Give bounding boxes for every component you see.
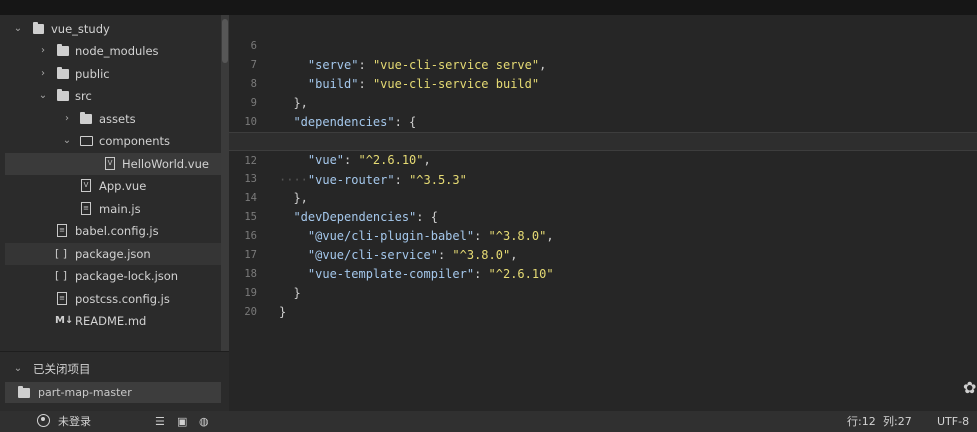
folder-icon <box>57 44 69 56</box>
code-line: 18 } <box>229 246 977 300</box>
tree-item-label: main.js <box>99 202 141 216</box>
login-status[interactable]: 未登录 <box>58 411 91 432</box>
code-line: 16 "@vue/cli-service": "^3.8.0", <box>229 208 977 262</box>
image-icon[interactable]: ▣ <box>177 411 187 432</box>
tree-item-node-modules[interactable]: › node_modules <box>0 40 221 62</box>
tree-item-src[interactable]: ⌄ src <box>0 85 221 107</box>
folder-icon <box>57 67 69 79</box>
chevron-right-icon[interactable]: › <box>37 40 49 62</box>
encoding-indicator[interactable]: UTF-8 <box>937 411 969 432</box>
code-line-current: 12 ····"vue-router": "^3.5.3" <box>229 132 977 187</box>
js-file-icon: ≡ <box>81 202 91 215</box>
code-line: 13 }, <box>229 151 977 205</box>
line-number: 20 <box>244 306 257 318</box>
tree-item-label: vue_study <box>51 22 110 36</box>
code-line: 6 "serve": "vue-cli-service serve", <box>229 18 977 72</box>
tree-item-label: package-lock.json <box>75 269 179 283</box>
markdown-file-icon: M↓ <box>55 315 74 326</box>
tree-item-label: assets <box>99 112 136 126</box>
js-file-icon: ≡ <box>57 224 67 237</box>
vue-file-icon: V <box>105 157 115 170</box>
code-text: } <box>279 305 287 319</box>
json-file-icon: [ ] <box>55 247 68 260</box>
chevron-down-icon[interactable]: ⌄ <box>12 18 24 40</box>
tree-item-public[interactable]: › public <box>0 63 221 85</box>
cursor-line[interactable]: 行:12 <box>847 411 876 432</box>
tree-item-main-js[interactable]: ≡ main.js <box>0 198 221 220</box>
tree-item-babel-config[interactable]: ≡ babel.config.js <box>0 220 221 242</box>
code-line: 14 "devDependencies": { <box>229 170 977 224</box>
js-file-icon: ≡ <box>57 292 67 305</box>
code-line: 7 "build": "vue-cli-service build" <box>229 37 977 91</box>
chevron-right-icon[interactable]: › <box>61 108 73 130</box>
tree-item-postcss-config[interactable]: ≡ postcss.config.js <box>0 288 221 310</box>
globe-icon[interactable]: ◍ <box>199 411 209 432</box>
tree-item-label: HelloWorld.vue <box>122 157 209 171</box>
code-line: 20 <box>229 284 977 318</box>
chevron-right-icon[interactable]: › <box>37 63 49 85</box>
folder-icon <box>18 386 30 398</box>
chevron-down-icon[interactable]: ⌄ <box>61 130 73 152</box>
tree-item-label: README.md <box>75 314 147 328</box>
tree-item-label: babel.config.js <box>75 224 159 238</box>
closed-projects-title: 已关闭项目 <box>33 362 91 376</box>
code-editor[interactable]: 6 "serve": "vue-cli-service serve", 7 "b… <box>229 15 977 411</box>
folder-open-icon <box>80 136 93 146</box>
code-line: 19 } <box>229 265 977 319</box>
tree-item-vue-study[interactable]: ⌄ vue_study <box>0 18 221 40</box>
code-line: 15 "@vue/cli-plugin-babel": "^3.8.0", <box>229 189 977 243</box>
folder-icon <box>80 112 92 124</box>
code-line: 10 "core-js": "^2.6.5", <box>229 94 977 148</box>
sidebar-scrollbar[interactable] <box>221 15 229 351</box>
folder-icon <box>57 89 69 101</box>
sidebar-scrollbar-thumb[interactable] <box>222 19 228 63</box>
folder-icon <box>33 22 44 34</box>
tree-item-assets[interactable]: › assets <box>0 108 221 130</box>
tree-item-label: public <box>75 67 110 81</box>
tree-item-app-vue[interactable]: V App.vue <box>0 175 221 197</box>
tree-item-helloworld-vue[interactable]: V HelloWorld.vue <box>5 153 221 175</box>
tree-item-components[interactable]: ⌄ components <box>0 130 221 152</box>
tree-item-label: postcss.config.js <box>75 292 170 306</box>
vue-file-icon: V <box>81 179 91 192</box>
json-file-icon: [ ] <box>55 269 68 282</box>
window-top-bar <box>0 0 977 15</box>
chevron-down-icon[interactable]: ⌄ <box>12 358 24 380</box>
code-line: 11 "vue": "^2.6.10", <box>229 113 977 167</box>
code-line: 17 "vue-template-compiler": "^2.6.10" <box>229 227 977 281</box>
chevron-down-icon[interactable]: ⌄ <box>37 85 49 107</box>
tree-item-label: components <box>99 134 171 148</box>
code-line: 9 "dependencies": { <box>229 75 977 129</box>
closed-projects-header[interactable]: ⌄ 已关闭项目 <box>0 358 221 380</box>
user-icon[interactable] <box>37 414 50 427</box>
closed-project-label: part-map-master <box>38 386 132 399</box>
cursor-column[interactable]: 列:27 <box>883 411 912 432</box>
list-icon[interactable]: ☰ <box>155 411 165 432</box>
status-bar: 未登录 ☰ ▣ ◍ 行:12 列:27 UTF-8 <box>0 411 977 432</box>
tree-item-package-lock-json[interactable]: [ ] package-lock.json <box>0 265 221 287</box>
tree-item-label: node_modules <box>75 44 159 58</box>
code-line: 8 }, <box>229 56 977 110</box>
sidebar-divider <box>0 351 229 352</box>
tree-item-label: package.json <box>75 247 151 261</box>
closed-project-item[interactable]: part-map-master <box>5 382 221 403</box>
tree-item-readme[interactable]: M↓ README.md <box>0 310 221 332</box>
app-logo-icon: ✿ <box>963 378 977 397</box>
tree-item-label: src <box>75 89 92 103</box>
file-explorer-sidebar: ⌄ vue_study › node_modules › public ⌄ sr… <box>0 15 229 411</box>
tree-item-package-json[interactable]: [ ] package.json <box>5 243 221 265</box>
tree-item-label: App.vue <box>99 179 147 193</box>
